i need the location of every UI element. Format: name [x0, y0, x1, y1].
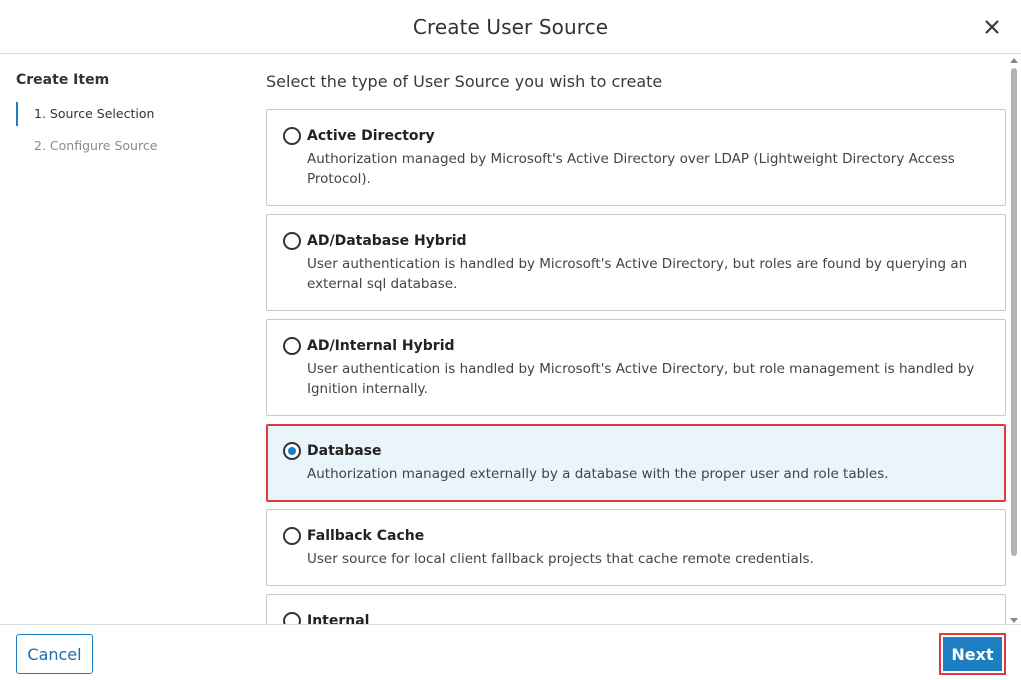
- step-configure-source[interactable]: 2. Configure Source: [16, 134, 236, 158]
- scrollbar-thumb[interactable]: [1011, 68, 1017, 556]
- option-description: Authorization managed externally by a da…: [307, 466, 889, 482]
- option-description: User authentication is handled by Micros…: [307, 361, 975, 397]
- radio-button[interactable]: [283, 612, 301, 624]
- radio-button-selected[interactable]: [283, 442, 301, 460]
- step-source-selection[interactable]: 1. Source Selection: [16, 102, 236, 126]
- option-title: Internal: [307, 613, 370, 624]
- source-type-panel: Select the type of User Source you wish …: [266, 55, 1006, 624]
- option-active-directory[interactable]: Active Directory Authorization managed b…: [266, 109, 1006, 206]
- option-ad-database-hybrid[interactable]: AD/Database Hybrid User authentication i…: [266, 214, 1006, 311]
- scrollbar[interactable]: [1010, 58, 1018, 623]
- next-button[interactable]: Next: [943, 637, 1002, 671]
- option-description: User authentication is handled by Micros…: [307, 256, 968, 292]
- option-title: AD/Internal Hybrid: [307, 338, 455, 354]
- option-internal[interactable]: Internal: [266, 594, 1006, 624]
- radio-button[interactable]: [283, 127, 301, 145]
- option-database[interactable]: Database Authorization managed externall…: [266, 424, 1006, 502]
- option-title: Active Directory: [307, 128, 435, 144]
- step-nav: Create Item 1. Source Selection 2. Confi…: [16, 72, 236, 166]
- create-user-source-dialog: Create User Source Create Item 1. Source…: [0, 0, 1021, 680]
- option-fallback-cache[interactable]: Fallback Cache User source for local cli…: [266, 509, 1006, 586]
- radio-button[interactable]: [283, 232, 301, 250]
- radio-button[interactable]: [283, 337, 301, 355]
- dialog-header: Create User Source: [0, 0, 1021, 54]
- steps-title: Create Item: [16, 72, 110, 88]
- option-title: AD/Database Hybrid: [307, 233, 467, 249]
- option-description: User source for local client fallback pr…: [307, 551, 814, 567]
- selection-prompt: Select the type of User Source you wish …: [266, 72, 663, 91]
- option-title: Fallback Cache: [307, 528, 425, 544]
- cancel-button[interactable]: Cancel: [16, 634, 93, 674]
- radio-button[interactable]: [283, 527, 301, 545]
- scroll-up-icon[interactable]: [1010, 58, 1018, 63]
- next-button-highlight: Next: [939, 633, 1006, 675]
- option-title: Database: [307, 443, 382, 459]
- scroll-down-icon[interactable]: [1010, 618, 1018, 623]
- close-button[interactable]: [979, 14, 1005, 40]
- dialog-footer: Cancel Next: [0, 624, 1021, 680]
- option-description: Authorization managed by Microsoft's Act…: [307, 151, 955, 187]
- close-icon: [985, 20, 999, 34]
- dialog-title: Create User Source: [412, 14, 609, 39]
- option-ad-internal-hybrid[interactable]: AD/Internal Hybrid User authentication i…: [266, 319, 1006, 416]
